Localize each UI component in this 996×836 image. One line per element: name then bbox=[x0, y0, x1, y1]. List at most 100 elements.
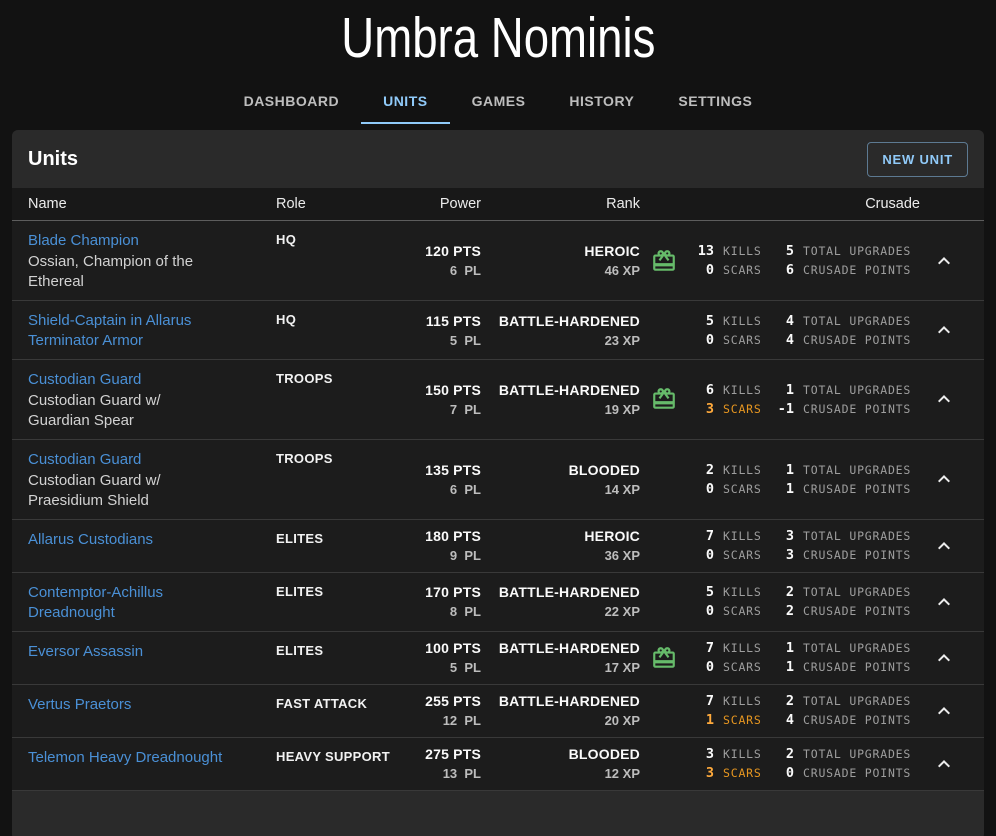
kills-stat: 3 KILLS bbox=[688, 746, 768, 762]
tab-history[interactable]: HISTORY bbox=[547, 80, 656, 124]
unit-points: 275 PTS bbox=[396, 746, 481, 762]
unit-name-link[interactable]: Contemptor-Achillus Dreadnought bbox=[28, 584, 163, 621]
chevron-up-icon bbox=[932, 467, 956, 491]
chevron-up-icon bbox=[932, 387, 956, 411]
scars-stat: 0 SCARS bbox=[688, 481, 768, 497]
unit-name-link[interactable]: Custodian Guard bbox=[28, 371, 141, 388]
unit-kills-scars-cell: 7 KILLS 0 SCARS bbox=[688, 640, 768, 675]
tab-units[interactable]: UNITS bbox=[361, 80, 450, 124]
new-unit-button[interactable]: NEW UNIT bbox=[867, 142, 968, 177]
unit-xp: 22 XP bbox=[481, 604, 640, 619]
chevron-up-icon bbox=[932, 699, 956, 723]
collapse-row-button[interactable] bbox=[926, 312, 962, 348]
unit-name-cell: Allarus Custodians bbox=[28, 528, 276, 550]
crusade-points-stat: 1 CRUSADE POINTS bbox=[768, 659, 920, 675]
unit-crusade-cell: 3 TOTAL UPGRADES 3 CRUSADE POINTS bbox=[768, 528, 920, 563]
total-upgrades-stat: 5 TOTAL UPGRADES bbox=[768, 243, 920, 259]
collapse-row-button[interactable] bbox=[926, 584, 962, 620]
units-panel: Units NEW UNIT Name Role Power Rank Crus… bbox=[12, 130, 984, 836]
unit-xp: 14 XP bbox=[481, 482, 640, 497]
unit-power-level: 13 PL bbox=[396, 766, 481, 781]
unit-xp: 12 XP bbox=[481, 766, 640, 781]
unit-crusade-cell: 2 TOTAL UPGRADES 4 CRUSADE POINTS bbox=[768, 693, 920, 728]
unit-crusade-cell: 4 TOTAL UPGRADES 4 CRUSADE POINTS bbox=[768, 313, 920, 348]
collapse-row-button[interactable] bbox=[926, 528, 962, 564]
crusade-points-stat: 2 CRUSADE POINTS bbox=[768, 603, 920, 619]
tab-dashboard[interactable]: DASHBOARD bbox=[222, 80, 362, 124]
collapse-row-button[interactable] bbox=[926, 243, 962, 279]
unit-name-cell: Blade Champion Ossian, Champion of the E… bbox=[28, 229, 276, 292]
tab-settings[interactable]: SETTINGS bbox=[656, 80, 774, 124]
crusade-points-stat: 0 CRUSADE POINTS bbox=[768, 765, 920, 781]
unit-name-link[interactable]: Shield-Captain in Allarus Terminator Arm… bbox=[28, 312, 191, 349]
unit-crusade-cell: 1 TOTAL UPGRADES 1 CRUSADE POINTS bbox=[768, 462, 920, 497]
unit-name-cell: Shield-Captain in Allarus Terminator Arm… bbox=[28, 309, 276, 351]
chevron-up-icon bbox=[932, 318, 956, 342]
unit-collapse-cell bbox=[920, 640, 968, 676]
unit-name-cell: Telemon Heavy Dreadnought bbox=[28, 746, 276, 768]
unit-kills-scars-cell: 7 KILLS 1 SCARS bbox=[688, 693, 768, 728]
unit-kills-scars-cell: 7 KILLS 0 SCARS bbox=[688, 528, 768, 563]
unit-reward-cell bbox=[640, 698, 688, 724]
unit-reward-cell bbox=[640, 248, 688, 274]
scars-stat: 3 SCARS bbox=[688, 765, 768, 781]
collapse-row-button[interactable] bbox=[926, 693, 962, 729]
collapse-row-button[interactable] bbox=[926, 381, 962, 417]
unit-name-link[interactable]: Custodian Guard bbox=[28, 451, 141, 468]
app-title: Umbra Nominis bbox=[341, 4, 655, 72]
unit-crusade-cell: 2 TOTAL UPGRADES 2 CRUSADE POINTS bbox=[768, 584, 920, 619]
collapse-row-button[interactable] bbox=[926, 640, 962, 676]
unit-rank: BLOODED bbox=[481, 462, 640, 478]
unit-rank-cell: HEROIC 46 XP bbox=[481, 243, 640, 278]
scars-stat: 1 SCARS bbox=[688, 712, 768, 728]
scars-stat: 0 SCARS bbox=[688, 659, 768, 675]
unit-crusade-cell: 5 TOTAL UPGRADES 6 CRUSADE POINTS bbox=[768, 243, 920, 278]
unit-name-cell: Contemptor-Achillus Dreadnought bbox=[28, 581, 276, 623]
unit-rank-cell: HEROIC 36 XP bbox=[481, 528, 640, 563]
crusade-points-stat: 6 CRUSADE POINTS bbox=[768, 262, 920, 278]
unit-power-level: 7 PL bbox=[396, 402, 481, 417]
table-row: Shield-Captain in Allarus Terminator Arm… bbox=[12, 301, 984, 360]
crusade-points-stat: 1 CRUSADE POINTS bbox=[768, 481, 920, 497]
unit-reward-cell bbox=[640, 386, 688, 412]
unit-points: 180 PTS bbox=[396, 528, 481, 544]
unit-crusade-cell: 2 TOTAL UPGRADES 0 CRUSADE POINTS bbox=[768, 746, 920, 781]
unit-name-link[interactable]: Blade Champion bbox=[28, 232, 139, 249]
collapse-row-button[interactable] bbox=[926, 746, 962, 782]
unit-power-level: 5 PL bbox=[396, 333, 481, 348]
table-row: Contemptor-Achillus Dreadnought ELITES 1… bbox=[12, 573, 984, 632]
unit-points: 150 PTS bbox=[396, 382, 481, 398]
collapse-row-button[interactable] bbox=[926, 461, 962, 497]
unit-rank-cell: BLOODED 14 XP bbox=[481, 462, 640, 497]
unit-subtitle: Custodian Guard w/ Praesidium Shield bbox=[28, 471, 224, 511]
unit-name-link[interactable]: Vertus Praetors bbox=[28, 696, 131, 713]
unit-rank-cell: BLOODED 12 XP bbox=[481, 746, 640, 781]
unit-xp: 23 XP bbox=[481, 333, 640, 348]
unit-points: 115 PTS bbox=[396, 313, 481, 329]
unit-power-cell: 150 PTS 7 PL bbox=[396, 382, 481, 417]
table-row: Custodian Guard Custodian Guard w/ Praes… bbox=[12, 440, 984, 520]
unit-power-level: 5 PL bbox=[396, 660, 481, 675]
table-row: Blade Champion Ossian, Champion of the E… bbox=[12, 221, 984, 301]
unit-name-link[interactable]: Telemon Heavy Dreadnought bbox=[28, 749, 222, 766]
unit-role: TROOPS bbox=[276, 448, 396, 466]
unit-rank-cell: BATTLE-HARDENED 22 XP bbox=[481, 584, 640, 619]
unit-rank-cell: BATTLE-HARDENED 17 XP bbox=[481, 640, 640, 675]
scars-stat: 0 SCARS bbox=[688, 262, 768, 278]
unit-name-link[interactable]: Allarus Custodians bbox=[28, 531, 153, 548]
unit-name-link[interactable]: Eversor Assassin bbox=[28, 643, 143, 660]
column-header-role: Role bbox=[276, 196, 396, 212]
unit-rank: BATTLE-HARDENED bbox=[481, 313, 640, 329]
unit-power-cell: 275 PTS 13 PL bbox=[396, 746, 481, 781]
tab-games[interactable]: GAMES bbox=[450, 80, 548, 124]
column-header-name: Name bbox=[28, 196, 276, 212]
chevron-up-icon bbox=[932, 534, 956, 558]
units-panel-footer bbox=[12, 791, 984, 836]
unit-kills-scars-cell: 5 KILLS 0 SCARS bbox=[688, 584, 768, 619]
unit-power-cell: 100 PTS 5 PL bbox=[396, 640, 481, 675]
table-row: Allarus Custodians ELITES 180 PTS 9 PL H… bbox=[12, 520, 984, 573]
table-row: Custodian Guard Custodian Guard w/ Guard… bbox=[12, 360, 984, 440]
unit-reward-cell bbox=[640, 645, 688, 671]
scars-stat: 0 SCARS bbox=[688, 332, 768, 348]
unit-rank: HEROIC bbox=[481, 243, 640, 259]
